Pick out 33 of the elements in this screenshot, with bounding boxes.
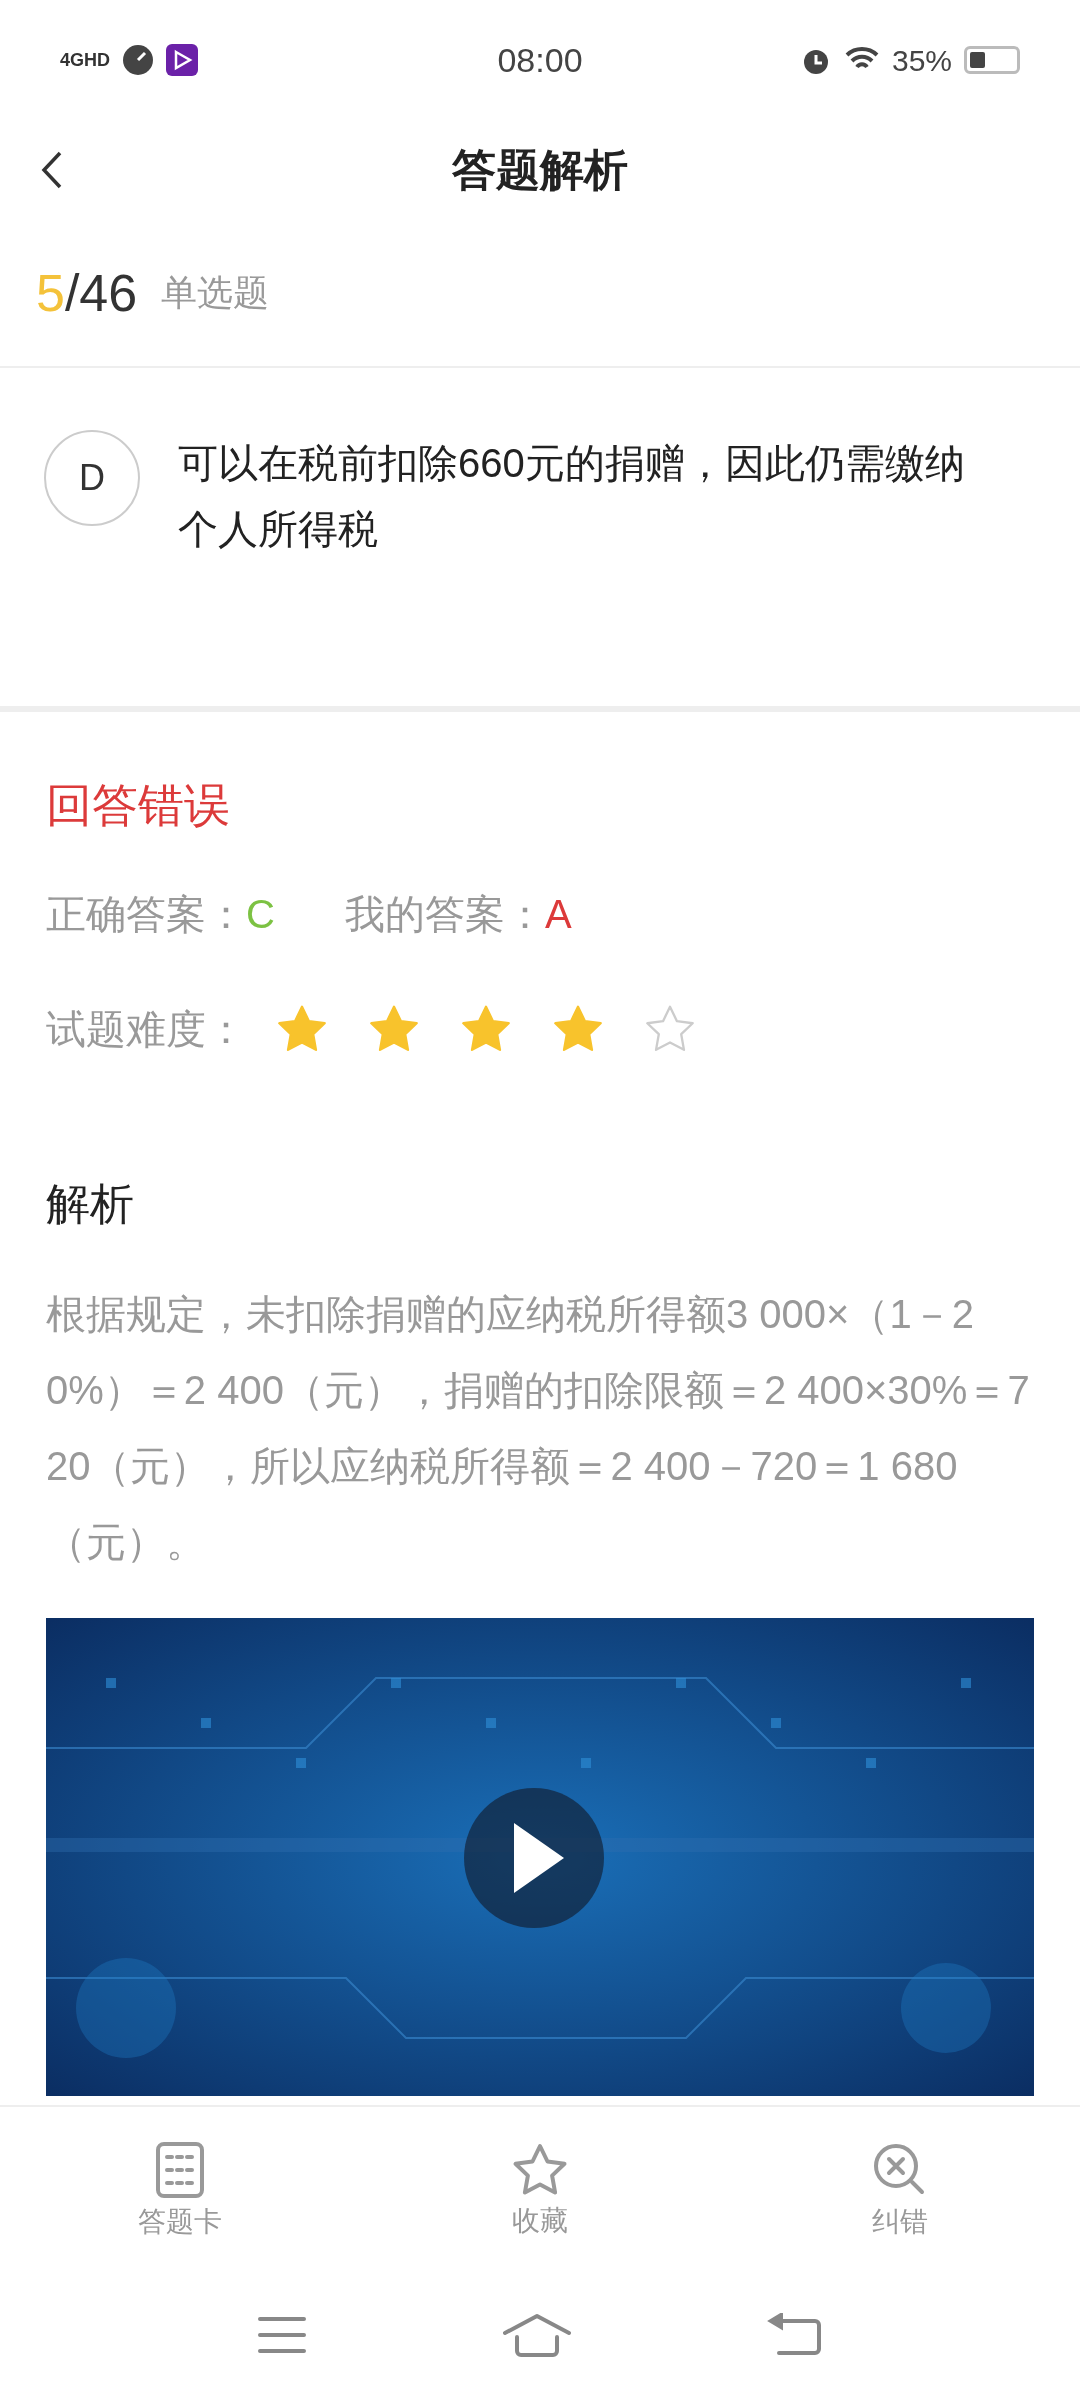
- grid-icon: [156, 2141, 204, 2198]
- back-icon[interactable]: [40, 150, 64, 190]
- difficulty-label: 试题难度：: [46, 1009, 246, 1049]
- correct-answer: C: [246, 894, 275, 934]
- battery-percent: 35%: [891, 42, 952, 79]
- bottom-tab[interactable]: 收藏: [360, 2142, 720, 2235]
- question-type: 单选题: [161, 271, 270, 315]
- my-answer-label: 我的答案：: [344, 894, 545, 934]
- option-letter: D: [44, 430, 140, 526]
- network-indicator: 4GHD: [60, 51, 110, 69]
- empty-star-icon: [644, 1004, 696, 1054]
- clock: 08:00: [497, 39, 583, 81]
- back-nav-icon[interactable]: [766, 2313, 823, 2357]
- option-text: 可以在税前扣除660元的捐赠，因此仍需缴纳个人所得税: [178, 440, 966, 553]
- question-counter: 5/46: [36, 267, 138, 319]
- filled-star-icon: [368, 1004, 420, 1054]
- speedometer-icon: [122, 44, 154, 76]
- analysis-text: 根据规定，未扣除捐赠的应纳税所得额3 000×（1－20%）＝2 400（元），捐赠的扣除限额＝2 400×30%＝720（元），所以应纳税所得额＝2 400－720＝1 680（元）。: [46, 1291, 1031, 1566]
- bottom-tab[interactable]: 纠错: [720, 2141, 1080, 2236]
- filled-star-icon: [276, 1004, 328, 1054]
- bottom-tab[interactable]: 答题卡: [0, 2141, 360, 2236]
- star-icon: [512, 2142, 568, 2197]
- my-answer: A: [544, 894, 572, 934]
- filled-star-icon: [460, 1004, 512, 1054]
- correct-answer-label: 正确答案：: [46, 894, 246, 934]
- app-icon: [166, 44, 198, 76]
- page-title: 答题解析: [452, 144, 628, 196]
- menu-icon[interactable]: [257, 2315, 308, 2355]
- home-icon[interactable]: [502, 2313, 572, 2357]
- verdict: 回答错误: [46, 782, 231, 828]
- analysis-title: 解析: [46, 1182, 135, 1226]
- battery-icon: [964, 46, 1020, 74]
- filled-star-icon: [552, 1004, 604, 1054]
